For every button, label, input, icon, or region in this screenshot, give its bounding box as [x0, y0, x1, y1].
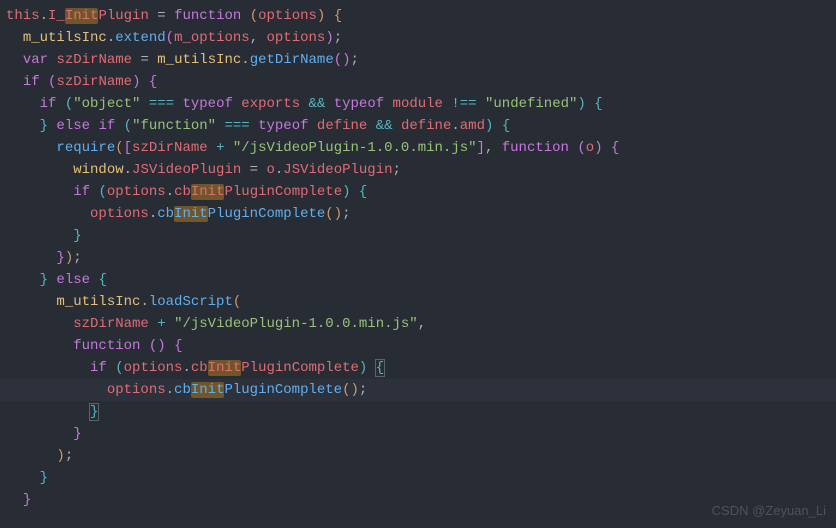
code-line: }	[0, 401, 836, 423]
code-line: }	[0, 225, 836, 247]
code-line: szDirName + "/jsVideoPlugin-1.0.0.min.js…	[0, 313, 836, 335]
watermark-text: CSDN @Zeyuan_Li	[712, 500, 826, 522]
code-line: } else if ("function" === typeof define …	[0, 115, 836, 137]
code-line: });	[0, 247, 836, 269]
code-line: m_utilsInc.loadScript(	[0, 291, 836, 313]
code-line: if (options.cbInitPluginComplete) {	[0, 181, 836, 203]
code-line: if (szDirName) {	[0, 71, 836, 93]
code-line: m_utilsInc.extend(m_options, options);	[0, 27, 836, 49]
code-line: var szDirName = m_utilsInc.getDirName();	[0, 49, 836, 71]
code-line: if ("object" === typeof exports && typeo…	[0, 93, 836, 115]
code-line-active: options.cbInitPluginComplete();	[0, 379, 836, 401]
code-line: require([szDirName + "/jsVideoPlugin-1.0…	[0, 137, 836, 159]
code-line: }	[0, 423, 836, 445]
code-line: }	[0, 467, 836, 489]
code-line: );	[0, 445, 836, 467]
code-line: window.JSVideoPlugin = o.JSVideoPlugin;	[0, 159, 836, 181]
code-line: }	[0, 489, 836, 511]
code-line: options.cbInitPluginComplete();	[0, 203, 836, 225]
code-line: } else {	[0, 269, 836, 291]
code-line: if (options.cbInitPluginComplete) {	[0, 357, 836, 379]
code-line: this.I_InitPlugin = function (options) {	[0, 5, 836, 27]
code-editor[interactable]: this.I_InitPlugin = function (options) {…	[0, 5, 836, 511]
code-line: function () {	[0, 335, 836, 357]
